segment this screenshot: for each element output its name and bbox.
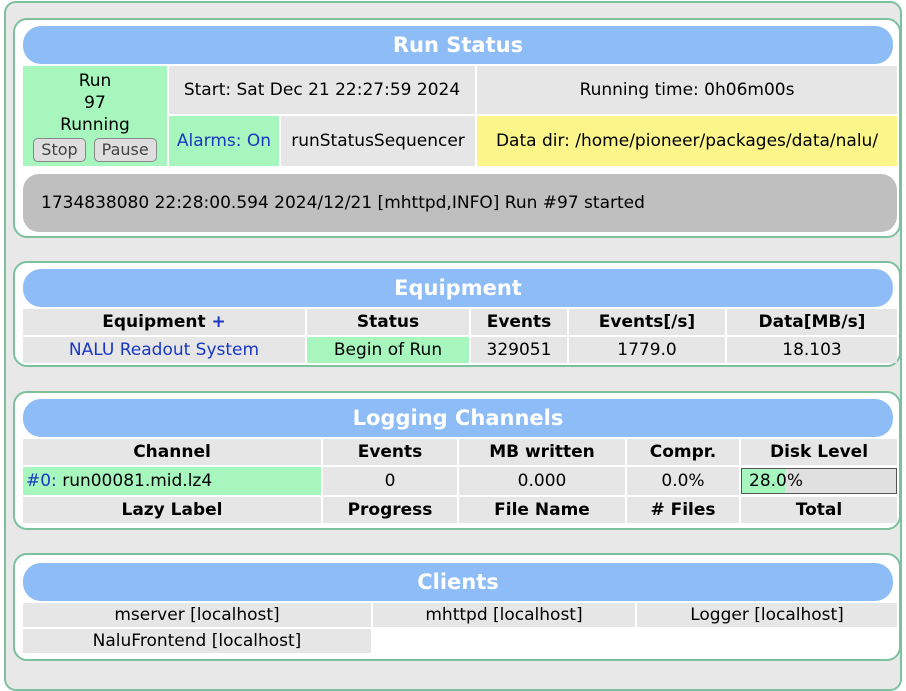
disk-level-col-header: Disk Level: [741, 439, 897, 465]
log-events-col-header: Events: [323, 439, 457, 465]
run-state-box: Run 97 Running Stop Pause: [23, 66, 167, 166]
disk-level-bar: 28.0%: [741, 468, 897, 494]
channel-entry[interactable]: #0: run00081.mid.lz4: [23, 467, 321, 495]
data-col-header: Data[MB/s]: [727, 309, 897, 335]
run-status-panel: Run Status Run 97 Running Stop Pause Star…: [13, 18, 901, 238]
disk-level-text: 28.0%: [749, 471, 804, 491]
clients-panel: Clients mserver [localhost] mhttpd [loca…: [13, 553, 901, 661]
channel-file: run00081.mid.lz4: [62, 471, 213, 491]
logging-panel: Logging Channels Channel Events MB writt…: [13, 391, 901, 530]
mb-written-col-header: MB written: [459, 439, 625, 465]
data-dir: Data dir: /home/pioneer/packages/data/na…: [477, 116, 897, 166]
run-label: Run: [78, 71, 112, 91]
equipment-data-rate: 18.103: [727, 337, 897, 363]
equipment-panel: Equipment Equipment + Status Events Even…: [13, 261, 901, 367]
channel-id-link[interactable]: #0:: [26, 471, 57, 491]
equipment-rate: 1779.0: [569, 337, 725, 363]
run-status-title: Run Status: [23, 26, 893, 64]
clients-title: Clients: [23, 563, 893, 601]
channel-events: 0: [323, 467, 457, 495]
equipment-events: 329051: [471, 337, 567, 363]
lazy-file-name-header: File Name: [459, 497, 625, 523]
client-item: Logger [localhost]: [637, 603, 897, 627]
equipment-name-link[interactable]: NALU Readout System: [23, 337, 305, 363]
lazy-files-header: # Files: [627, 497, 739, 523]
client-item: NaluFrontend [localhost]: [23, 629, 371, 653]
channel-col-header: Channel: [23, 439, 321, 465]
events-col-header: Events: [471, 309, 567, 335]
last-message: 1734838080 22:28:00.594 2024/12/21 [mhtt…: [23, 174, 897, 232]
run-start-time: Start: Sat Dec 21 22:27:59 2024: [169, 66, 475, 114]
compr-col-header: Compr.: [627, 439, 739, 465]
lazy-label-header: Lazy Label: [23, 497, 321, 523]
channel-mb-written: 0.000: [459, 467, 625, 495]
client-item: mserver [localhost]: [23, 603, 371, 627]
logging-title: Logging Channels: [23, 399, 893, 437]
equipment-col-header: Equipment +: [23, 309, 305, 335]
lazy-progress-header: Progress: [323, 497, 457, 523]
lazy-total-header: Total: [741, 497, 897, 523]
client-item: mhttpd [localhost]: [373, 603, 635, 627]
run-number: 97: [84, 93, 106, 113]
equipment-status: Begin of Run: [307, 337, 469, 363]
status-col-header: Status: [307, 309, 469, 335]
sequencer-label[interactable]: runStatusSequencer: [281, 116, 475, 166]
channel-compression: 0.0%: [627, 467, 739, 495]
rate-col-header: Events[/s]: [569, 309, 725, 335]
pause-button[interactable]: Pause: [93, 138, 157, 162]
running-time: Running time: 0h06m00s: [477, 66, 897, 114]
run-state: Running: [60, 115, 130, 135]
stop-button[interactable]: Stop: [33, 138, 86, 162]
add-equipment-plus[interactable]: +: [212, 312, 226, 332]
equipment-title: Equipment: [23, 269, 893, 307]
alarms-link[interactable]: Alarms: On: [169, 116, 279, 166]
